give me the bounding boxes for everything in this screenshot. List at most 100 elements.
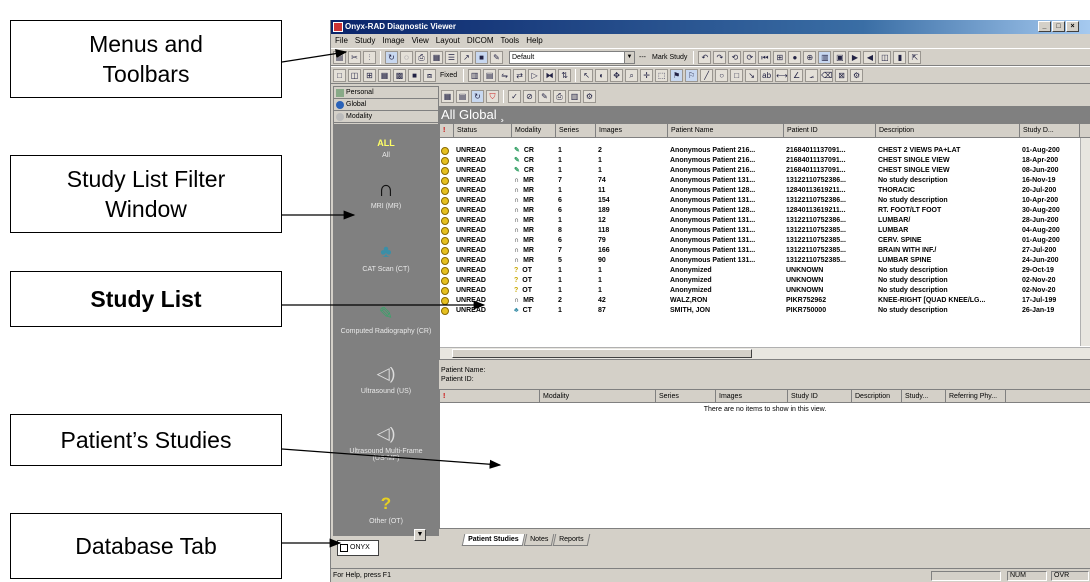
network-icon[interactable]: ⫶ <box>363 50 376 64</box>
menu-file[interactable]: File <box>335 34 348 48</box>
magnify-icon[interactable]: ⌕ <box>625 68 639 82</box>
nav-tab-modality[interactable]: Modality <box>334 111 438 123</box>
view-cancel-icon[interactable]: ⊘ <box>523 89 536 103</box>
nine-pane-icon[interactable]: ▩ <box>393 68 406 82</box>
link-icon[interactable]: ⧓ <box>543 68 557 82</box>
ps-col-series[interactable]: Series <box>656 390 716 402</box>
two-pane-icon[interactable]: ◫ <box>348 68 361 82</box>
modality-item-mri[interactable]: ∩ MRI (MR) <box>334 178 438 211</box>
save-icon[interactable]: ■ <box>475 50 488 64</box>
col-images[interactable]: Images <box>596 124 668 137</box>
col-status[interactable]: Status <box>454 124 512 137</box>
modality-item-us[interactable]: ◁) Ultrasound (US) <box>334 364 438 395</box>
ps-col-study[interactable]: Study... <box>902 390 946 402</box>
modality-item-cr[interactable]: ✎ Computed Radiography (CR) <box>334 304 438 335</box>
cobb-icon[interactable]: ⦟ <box>805 68 819 82</box>
sync-icon[interactable]: ⇅ <box>558 68 572 82</box>
view-refresh-icon[interactable]: ↻ <box>471 89 484 103</box>
rows-icon[interactable]: ▤ <box>483 68 497 82</box>
print-icon[interactable]: ⎙ <box>415 50 428 64</box>
ps-col-images[interactable]: Images <box>716 390 788 402</box>
pointer-icon[interactable]: ↖ <box>580 68 594 82</box>
tool-icon[interactable]: ✂ <box>348 50 361 64</box>
target-icon[interactable]: ⊕ <box>803 50 817 64</box>
table-row[interactable]: UNREAD ∩ MR 6 189 Anonymous Patient 128... 128… <box>440 206 1080 216</box>
study-list-vertical-scrollbar[interactable] <box>1080 138 1090 346</box>
layout-combo[interactable]: Default ▼ <box>509 50 635 64</box>
four-pane-icon[interactable]: ⊞ <box>363 68 376 82</box>
angle-icon[interactable]: ∠ <box>790 68 804 82</box>
ps-col-description[interactable]: Description <box>852 390 902 402</box>
table-row[interactable]: UNREAD ∩ MR 6 79 Anonymous Patient 131... 1312… <box>440 236 1080 246</box>
first-icon[interactable]: ⏮ <box>758 50 772 64</box>
view-columns-icon[interactable]: ▥ <box>568 89 581 103</box>
crosshair-icon[interactable]: ✛ <box>640 68 654 82</box>
rectangle-icon[interactable]: □ <box>730 68 744 82</box>
mark-study-button[interactable]: Mark Study <box>650 54 689 61</box>
undo-icon[interactable]: ⟲ <box>728 50 742 64</box>
tab-notes[interactable]: Notes <box>523 534 555 546</box>
arrow-icon[interactable]: ↗ <box>460 50 473 64</box>
view-filter-icon[interactable]: ⛉ <box>486 89 499 103</box>
options-icon[interactable]: ⚙ <box>850 68 864 82</box>
view-print-icon[interactable]: ⎙ <box>553 89 566 103</box>
table-row[interactable]: UNREAD ∩ MR 6 154 Anonymous Patient 131... 131… <box>440 196 1080 206</box>
view-grid-icon[interactable]: ▦ <box>441 89 454 103</box>
flag-alt-icon[interactable]: ⚐ <box>685 68 699 82</box>
col-modality[interactable]: Modality <box>512 124 556 137</box>
table-row[interactable]: UNREAD ? OT 1 1 Anonymized UNKNOWN No study des… <box>440 286 1080 296</box>
zoom-fit-icon[interactable]: ⧈ <box>423 68 436 82</box>
grid-icon[interactable]: ⊞ <box>773 50 787 64</box>
modality-item-ct[interactable]: ♣ CAT Scan (CT) <box>334 242 438 273</box>
columns-icon[interactable]: ▥ <box>468 68 482 82</box>
close-button[interactable]: × <box>1066 21 1079 32</box>
menu-dicom[interactable]: DICOM <box>467 34 494 48</box>
refresh-icon[interactable]: ↻ <box>385 50 398 64</box>
rotate-right-icon[interactable]: ↷ <box>713 50 727 64</box>
table-row[interactable]: UNREAD ∩ MR 1 11 Anonymous Patient 128... 1284… <box>440 186 1080 196</box>
dash-icon[interactable]: --- <box>637 54 648 61</box>
menu-image[interactable]: Image <box>382 34 404 48</box>
scroll-thumb[interactable] <box>452 349 752 358</box>
record-icon[interactable]: ● <box>788 50 802 64</box>
ps-col-study-id[interactable]: Study ID <box>788 390 852 402</box>
flip-icon[interactable]: ⇋ <box>498 68 512 82</box>
open-folder-icon[interactable]: ▤ <box>333 50 346 64</box>
view-ok-icon[interactable]: ✓ <box>508 89 521 103</box>
window-level-icon[interactable]: ◐ <box>595 68 609 82</box>
table-row[interactable]: UNREAD ✎ CR 1 2 Anonymous Patient 216... 21684… <box>440 146 1080 156</box>
col-patient-name[interactable]: Patient Name <box>668 124 784 137</box>
nav-tab-personal[interactable]: Personal <box>334 87 438 99</box>
table-row[interactable]: UNREAD ∩ MR 7 74 Anonymous Patient 131... 1312… <box>440 176 1080 186</box>
tab-reports[interactable]: Reports <box>552 534 590 546</box>
table-row[interactable]: UNREAD ? OT 1 1 Anonymized UNKNOWN No study des… <box>440 266 1080 276</box>
minimize-button[interactable]: _ <box>1038 21 1051 32</box>
view-settings-icon[interactable]: ⚙ <box>583 89 596 103</box>
layout-icon[interactable]: ▦ <box>430 50 443 64</box>
database-tab-onyx[interactable]: ONYX <box>337 540 379 556</box>
six-pane-icon[interactable]: ▦ <box>378 68 391 82</box>
export-icon[interactable]: ⇱ <box>908 50 922 64</box>
erase-icon[interactable]: ⌫ <box>820 68 834 82</box>
table-row[interactable]: UNREAD ∩ MR 2 42 WALZ,RON PIKR752962 KNEE-RIGHT… <box>440 296 1080 306</box>
table-row[interactable]: UNREAD ✎ CR 1 1 Anonymous Patient 216... 21684… <box>440 156 1080 166</box>
ellipse-icon[interactable]: ○ <box>715 68 729 82</box>
arrow-annotation-icon[interactable]: ↘ <box>745 68 759 82</box>
maximize-button[interactable]: □ <box>1052 21 1065 32</box>
col-flag[interactable]: ! <box>440 124 454 137</box>
menu-view[interactable]: View <box>412 34 429 48</box>
nav-tab-global[interactable]: Global <box>334 99 438 111</box>
pan-icon[interactable]: ✥ <box>610 68 624 82</box>
ruler-icon[interactable]: ⟷ <box>775 68 789 82</box>
col-series[interactable]: Series <box>556 124 596 137</box>
table-row[interactable]: UNREAD ✎ CR 1 1 Anonymous Patient 216... 21684… <box>440 166 1080 176</box>
zoom-icon[interactable]: ⊠ <box>835 68 849 82</box>
cine-icon[interactable]: ▷ <box>528 68 542 82</box>
col-study-date[interactable]: Study D... <box>1020 124 1080 137</box>
stop-icon[interactable]: ◌ <box>400 50 413 64</box>
fill-pane-icon[interactable]: ■ <box>408 68 421 82</box>
single-pane-icon[interactable]: □ <box>333 68 346 82</box>
redo-icon[interactable]: ⟳ <box>743 50 757 64</box>
col-description[interactable]: Description <box>876 124 1020 137</box>
list-icon[interactable]: ☰ <box>445 50 458 64</box>
